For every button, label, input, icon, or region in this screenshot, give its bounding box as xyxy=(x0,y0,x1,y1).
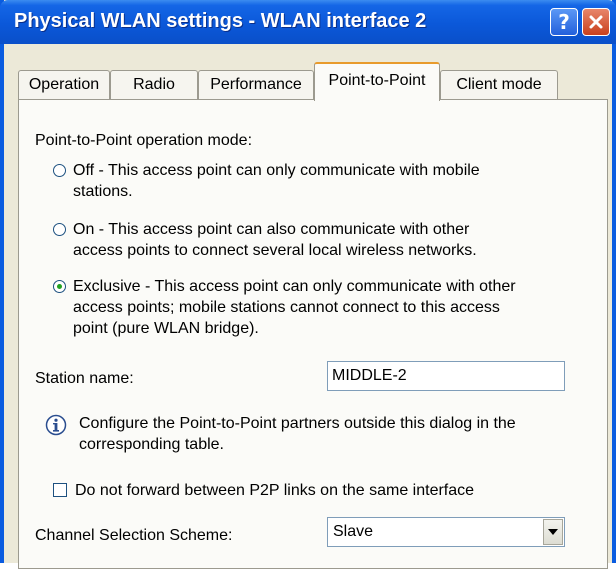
close-button[interactable] xyxy=(582,8,610,36)
info-text-line1: Configure the Point-to-Point partners ou… xyxy=(79,415,516,432)
info-icon xyxy=(45,414,67,436)
tab-performance[interactable]: Performance xyxy=(198,70,314,100)
tab-client-mode[interactable]: Client mode xyxy=(440,70,558,100)
station-name-label: Station name: xyxy=(35,370,134,387)
tab-radio[interactable]: Radio xyxy=(110,70,198,100)
radio-off-label-line1[interactable]: Off - This access point can only communi… xyxy=(73,160,480,181)
p2p-mode-label: Point-to-Point operation mode: xyxy=(35,132,253,149)
tab-panel-point-to-point: Point-to-Point operation mode: Off - Thi… xyxy=(18,99,608,569)
radio-on-label-line2[interactable]: access points to connect several local w… xyxy=(73,240,477,261)
tab-strip: Operation Radio Performance Point-to-Poi… xyxy=(18,62,608,101)
radio-off-label-line2[interactable]: stations. xyxy=(73,181,133,202)
close-icon xyxy=(589,15,603,29)
help-button[interactable]: ? xyxy=(550,8,578,36)
radio-exclusive-label-line3[interactable]: point (pure WLAN bridge). xyxy=(73,318,259,339)
channel-scheme-label: Channel Selection Scheme: xyxy=(35,527,233,544)
no-forward-checkbox[interactable] xyxy=(53,483,67,497)
radio-exclusive-label-line1[interactable]: Exclusive - This access point can only c… xyxy=(73,276,516,297)
radio-on-label-line1[interactable]: On - This access point can also communic… xyxy=(73,219,469,240)
radio-exclusive-label-line2[interactable]: access points; mobile stations cannot co… xyxy=(73,297,500,318)
radio-off[interactable] xyxy=(53,164,66,177)
channel-scheme-select[interactable]: Slave xyxy=(327,517,565,547)
channel-scheme-value: Slave xyxy=(333,523,374,540)
tab-point-to-point[interactable]: Point-to-Point xyxy=(314,62,440,101)
station-name-input[interactable]: MIDDLE-2 xyxy=(327,361,565,391)
radio-selected-dot xyxy=(57,284,62,289)
help-icon: ? xyxy=(558,10,570,34)
dropdown-arrow-icon xyxy=(548,529,558,535)
dropdown-button[interactable] xyxy=(543,519,563,545)
dialog-window: Physical WLAN settings - WLAN interface … xyxy=(0,0,616,569)
no-forward-label[interactable]: Do not forward between P2P links on the … xyxy=(75,480,474,501)
window-title: Physical WLAN settings - WLAN interface … xyxy=(14,10,427,32)
tab-operation[interactable]: Operation xyxy=(18,70,110,100)
title-bar[interactable]: Physical WLAN settings - WLAN interface … xyxy=(0,0,616,44)
info-text-line2: corresponding table. xyxy=(79,436,224,453)
radio-on[interactable] xyxy=(53,223,66,236)
radio-exclusive[interactable] xyxy=(53,280,66,293)
